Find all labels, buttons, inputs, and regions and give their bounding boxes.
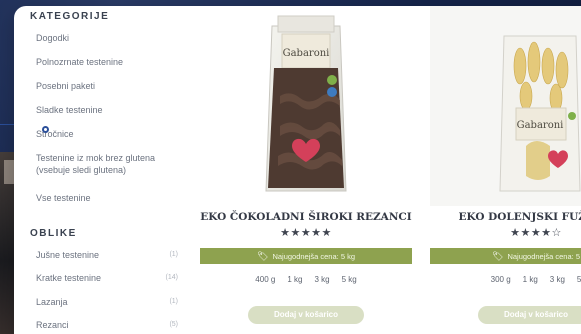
add-to-cart-button[interactable]: Dodaj v košarico — [478, 306, 581, 324]
shape-count: (5) — [169, 321, 178, 328]
category-item-posebni-paketi[interactable]: Posebni paketi — [36, 80, 176, 92]
shape-label: Jušne testenine — [36, 250, 100, 260]
pasta-bag-chocolate-image: Gabaroni — [265, 15, 347, 192]
weight-option[interactable]: 3 kg — [314, 275, 329, 284]
filter-sidebar: KATEGORIJE Dogodki Polnozrnate testenine… — [14, 6, 194, 334]
product-card: Gabaroni EKO DOLENJSKI FUŽIJI D ★★★★☆ 🏷N… — [430, 6, 581, 334]
product-name[interactable]: EKO ČOKOLADNI ŠIROKI REZANCI — [200, 211, 412, 223]
category-item-polnozrnate[interactable]: Polnozrnate testenine — [36, 56, 176, 68]
shape-label: Kratke testenine — [36, 273, 102, 283]
rating-stars: ★★★★★ — [280, 227, 332, 239]
categories-title: KATEGORIJE — [30, 11, 110, 22]
shape-item-jušne[interactable]: Jušne testenine (1) — [36, 249, 178, 261]
shop-card: KATEGORIJE Dogodki Polnozrnate testenine… — [14, 6, 581, 334]
category-item-sladke[interactable]: Sladke testenine — [36, 104, 176, 116]
weight-option[interactable]: 5 kg — [342, 275, 357, 284]
shape-label: Lazanja — [36, 297, 68, 307]
shape-count: (1) — [169, 251, 178, 258]
weight-options: 300 g 1 kg 3 kg 5 — [430, 275, 581, 284]
shape-count: (1) — [169, 298, 178, 305]
category-item-brez-glutena[interactable]: Testenine iz mok brez glutena (vsebuje s… — [36, 152, 176, 176]
shape-item-lazanja[interactable]: Lazanja (1) — [36, 296, 178, 308]
lowest-price-bar: 🏷 Najugodnejša cena: 5 kg — [200, 248, 412, 264]
category-item-stročnice[interactable]: Stročnice — [36, 128, 176, 140]
lowest-price-bar: 🏷 Najugodnejša cena: 5 — [430, 248, 581, 264]
background-photo-highlight — [4, 160, 14, 184]
price-tag-icon: 🏷 — [257, 251, 269, 261]
add-to-cart-button[interactable]: Dodaj v košarico — [248, 306, 364, 324]
lowest-price-text: Najugodnejša cena: 5 — [507, 252, 580, 261]
product-name[interactable]: EKO DOLENJSKI FUŽIJI D — [430, 211, 581, 223]
page-background: KATEGORIJE Dogodki Polnozrnate testenine… — [0, 0, 581, 334]
weight-option[interactable]: 300 g — [491, 275, 511, 284]
product-image[interactable]: Gabaroni — [430, 6, 581, 206]
shape-item-rezanci[interactable]: Rezanci (5) — [36, 319, 178, 331]
rating-stars: ★★★★☆ — [510, 227, 562, 239]
weight-option[interactable]: 400 g — [255, 275, 275, 284]
shape-item-kratke[interactable]: Kratke testenine (14) — [36, 272, 178, 284]
price-tag-icon: 🏷 — [492, 251, 504, 261]
weight-option[interactable]: 5 — [577, 275, 581, 284]
brand-logo-text: Gabaroni — [517, 120, 564, 131]
product-image[interactable]: Gabaroni — [200, 6, 412, 206]
product-card: Gabaroni EKO ČOKOLADNI ŠIROKI REZANCI ★★… — [200, 6, 412, 334]
weight-option[interactable]: 1 kg — [287, 275, 302, 284]
weight-options: 400 g 1 kg 3 kg 5 kg — [200, 275, 412, 284]
brand-logo-text: Gabaroni — [283, 48, 330, 59]
weight-option[interactable]: 3 kg — [550, 275, 565, 284]
pasta-bag-fuzi-image: Gabaroni — [430, 6, 581, 206]
shapes-title: OBLIKE — [30, 228, 77, 239]
annotation-pointer-dot — [42, 126, 49, 133]
shape-count: (14) — [165, 274, 178, 281]
category-item-vse[interactable]: Vse testenine — [36, 192, 176, 204]
weight-option[interactable]: 1 kg — [523, 275, 538, 284]
lowest-price-text: Najugodnejša cena: 5 kg — [272, 252, 355, 261]
shape-label: Rezanci — [36, 320, 69, 330]
category-item-dogodki[interactable]: Dogodki — [36, 32, 176, 44]
